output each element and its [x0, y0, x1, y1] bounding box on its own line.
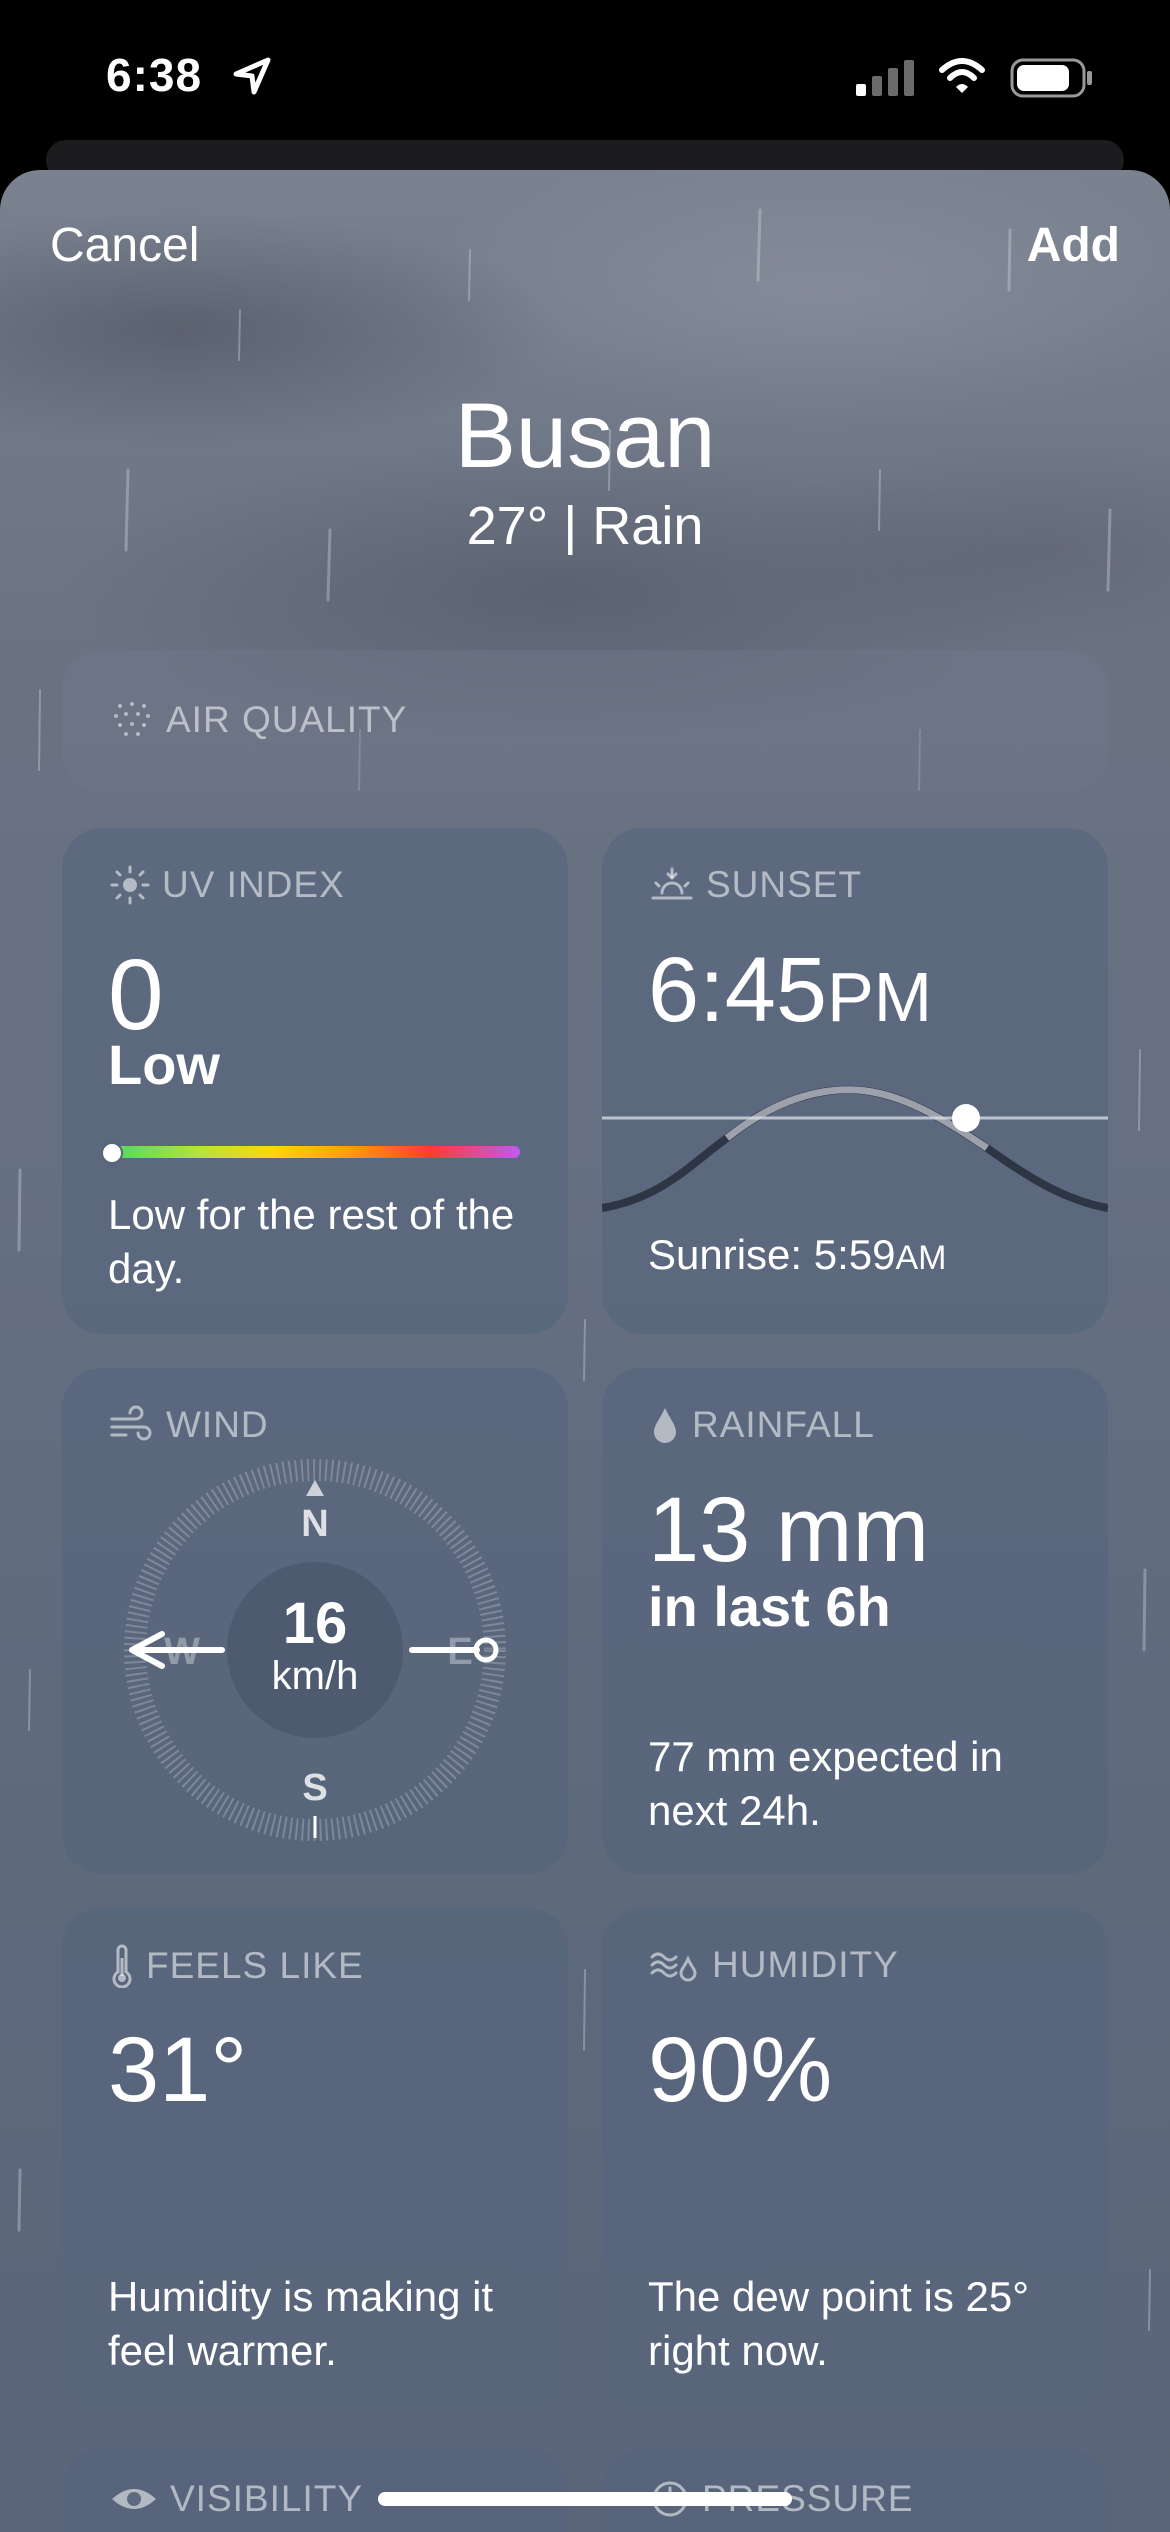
rainfall-title: RAINFALL [692, 1404, 875, 1445]
status-bar: 6:38 [0, 0, 1170, 160]
status-time: 6:38 [106, 49, 203, 101]
feels-like-title: FEELS LIKE [146, 1945, 364, 1986]
sunrise-time: Sunrise: 5:59 [648, 1231, 896, 1278]
wind-unit: km/h [271, 1654, 359, 1698]
temperature-condition: 27° | Rain [466, 496, 704, 556]
visibility-title: VISIBILITY [170, 2478, 364, 2519]
air-quality-title: AIR QUALITY [166, 699, 408, 740]
sun-icon [110, 865, 150, 905]
air-quality-header: AIR QUALITY [110, 698, 407, 742]
humidity-title: HUMIDITY [712, 1944, 899, 1985]
uv-scale-bar [110, 1146, 520, 1158]
wind-card[interactable]: WIND N S E W 16 km/h [62, 1368, 568, 1874]
location-arrow-icon [233, 57, 271, 95]
home-indicator[interactable] [378, 2492, 792, 2506]
rainfall-card[interactable]: RAINFALL 13 mm in last 6h 77 mm expected… [602, 1368, 1108, 1874]
air-quality-card[interactable]: AIR QUALITY [62, 650, 1108, 792]
cellular-signal-icon [856, 60, 914, 96]
humidity-description: The dew point is 25° right now. [648, 2273, 1030, 2374]
feels-like-value: 31° [108, 2019, 248, 2121]
weather-preview-sheet: Cancel Add Busan 27° | Rain AIR QUALITY [0, 170, 1170, 2532]
battery-icon [1010, 58, 1092, 98]
humidity-value: 90% [648, 2019, 833, 2121]
thermometer-icon [112, 1944, 132, 1988]
humidity-header: HUMIDITY [650, 1944, 899, 1986]
sunrise-meridiem: AM [895, 1239, 947, 1277]
uv-index-title: UV INDEX [162, 864, 345, 905]
rainfall-forecast: 77 mm expected in next 24h. [648, 1733, 1003, 1834]
feels-like-card[interactable]: FEELS LIKE 31° Humidity is making it fee… [62, 1908, 568, 2414]
rainfall-period: in last 6h [648, 1575, 891, 1638]
feels-like-description: Humidity is making it feel warmer. [108, 2273, 494, 2374]
uv-index-card[interactable]: UV INDEX 0 Low Low for the rest of the d… [62, 828, 568, 1334]
city-name: Busan [454, 385, 716, 487]
uv-index-description: Low for the rest of the day. [108, 1191, 515, 1292]
compass-north: N [301, 1503, 328, 1545]
add-button[interactable]: Add [1027, 218, 1120, 273]
humidity-card[interactable]: HUMIDITY 90% The dew point is 25° right … [602, 1908, 1108, 2414]
sunset-card[interactable]: SUNSET 6:45PM Sunrise: 5:59AM [602, 828, 1108, 1334]
visibility-header: VISIBILITY [110, 2478, 363, 2520]
cancel-button[interactable]: Cancel [50, 218, 199, 273]
uv-index-level: Low [108, 1033, 220, 1096]
eye-icon [112, 2489, 156, 2509]
raindrop-icon [654, 1408, 676, 1443]
sunrise-label: Sunrise: 5:59AM [648, 1228, 1088, 1285]
feels-like-header: FEELS LIKE [110, 1944, 364, 1988]
wind-speed: 16 [282, 1591, 348, 1656]
pressure-card[interactable]: PRESSURE [602, 2448, 1108, 2532]
humidity-icon [650, 1952, 697, 1982]
visibility-card[interactable]: VISIBILITY [62, 2448, 568, 2532]
uv-scale-indicator [101, 1142, 123, 1164]
rainfall-amount: 13 mm [648, 1479, 930, 1581]
wifi-icon [939, 58, 985, 93]
air-quality-icon [114, 702, 150, 736]
uv-index-header: UV INDEX [110, 864, 345, 906]
compass-south: S [302, 1767, 327, 1809]
rainfall-header: RAINFALL [650, 1404, 875, 1446]
